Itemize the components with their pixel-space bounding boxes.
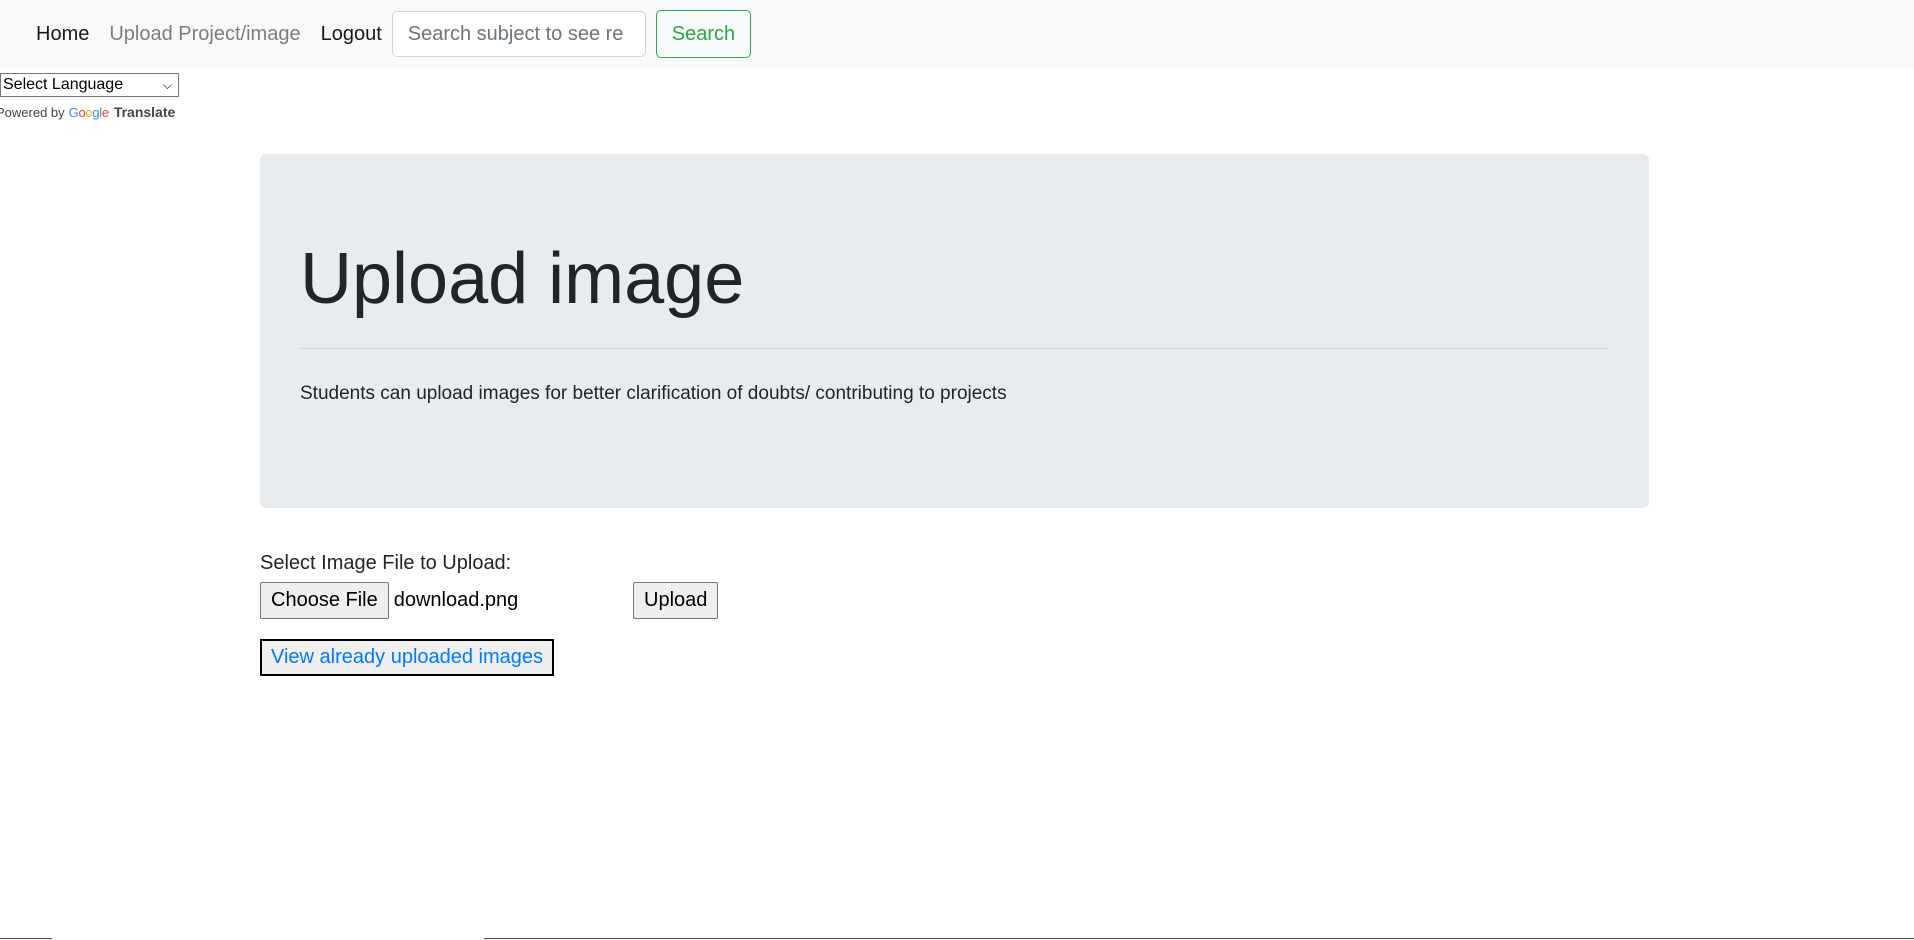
language-select-value: Select Language bbox=[3, 76, 124, 93]
view-uploaded-images-link[interactable]: View already uploaded images bbox=[260, 639, 555, 676]
page-title: Upload image bbox=[300, 239, 745, 319]
language-select[interactable]: Select Language ⌵ bbox=[0, 73, 179, 97]
chevron-down-icon: ⌵ bbox=[162, 77, 172, 92]
google-translate-widget: Select Language ⌵ Powered by Google Tran… bbox=[0, 73, 179, 120]
translate-link[interactable]: Translate bbox=[114, 104, 175, 120]
search-input[interactable] bbox=[391, 11, 646, 57]
powered-by-google: Powered by Google Translate bbox=[0, 104, 179, 120]
powered-by-text: Powered by bbox=[0, 104, 65, 120]
file-input-row: Choose File download.png Upload bbox=[260, 582, 719, 619]
nav-logout-link[interactable]: Logout bbox=[321, 23, 382, 46]
upload-button[interactable]: Upload bbox=[633, 582, 719, 619]
nav-home-link[interactable]: Home bbox=[36, 23, 89, 46]
selected-file-name: download.png bbox=[393, 589, 519, 611]
upload-form-label: Select Image File to Upload: bbox=[260, 552, 512, 574]
choose-file-button[interactable]: Choose File bbox=[260, 582, 389, 619]
jumbotron-lead: Students can upload images for better cl… bbox=[300, 383, 1007, 404]
nav-upload-link[interactable]: Upload Project/image bbox=[109, 23, 300, 46]
jumbotron: Upload image Students can upload images … bbox=[260, 154, 1649, 508]
top-navbar: Home Upload Project/image Logout Search bbox=[0, 0, 1914, 68]
google-logo: Google bbox=[68, 104, 109, 120]
upload-form: Select Image File to Upload: Choose File… bbox=[260, 552, 719, 676]
jumbotron-divider bbox=[300, 348, 1609, 349]
search-button[interactable]: Search bbox=[655, 10, 752, 58]
